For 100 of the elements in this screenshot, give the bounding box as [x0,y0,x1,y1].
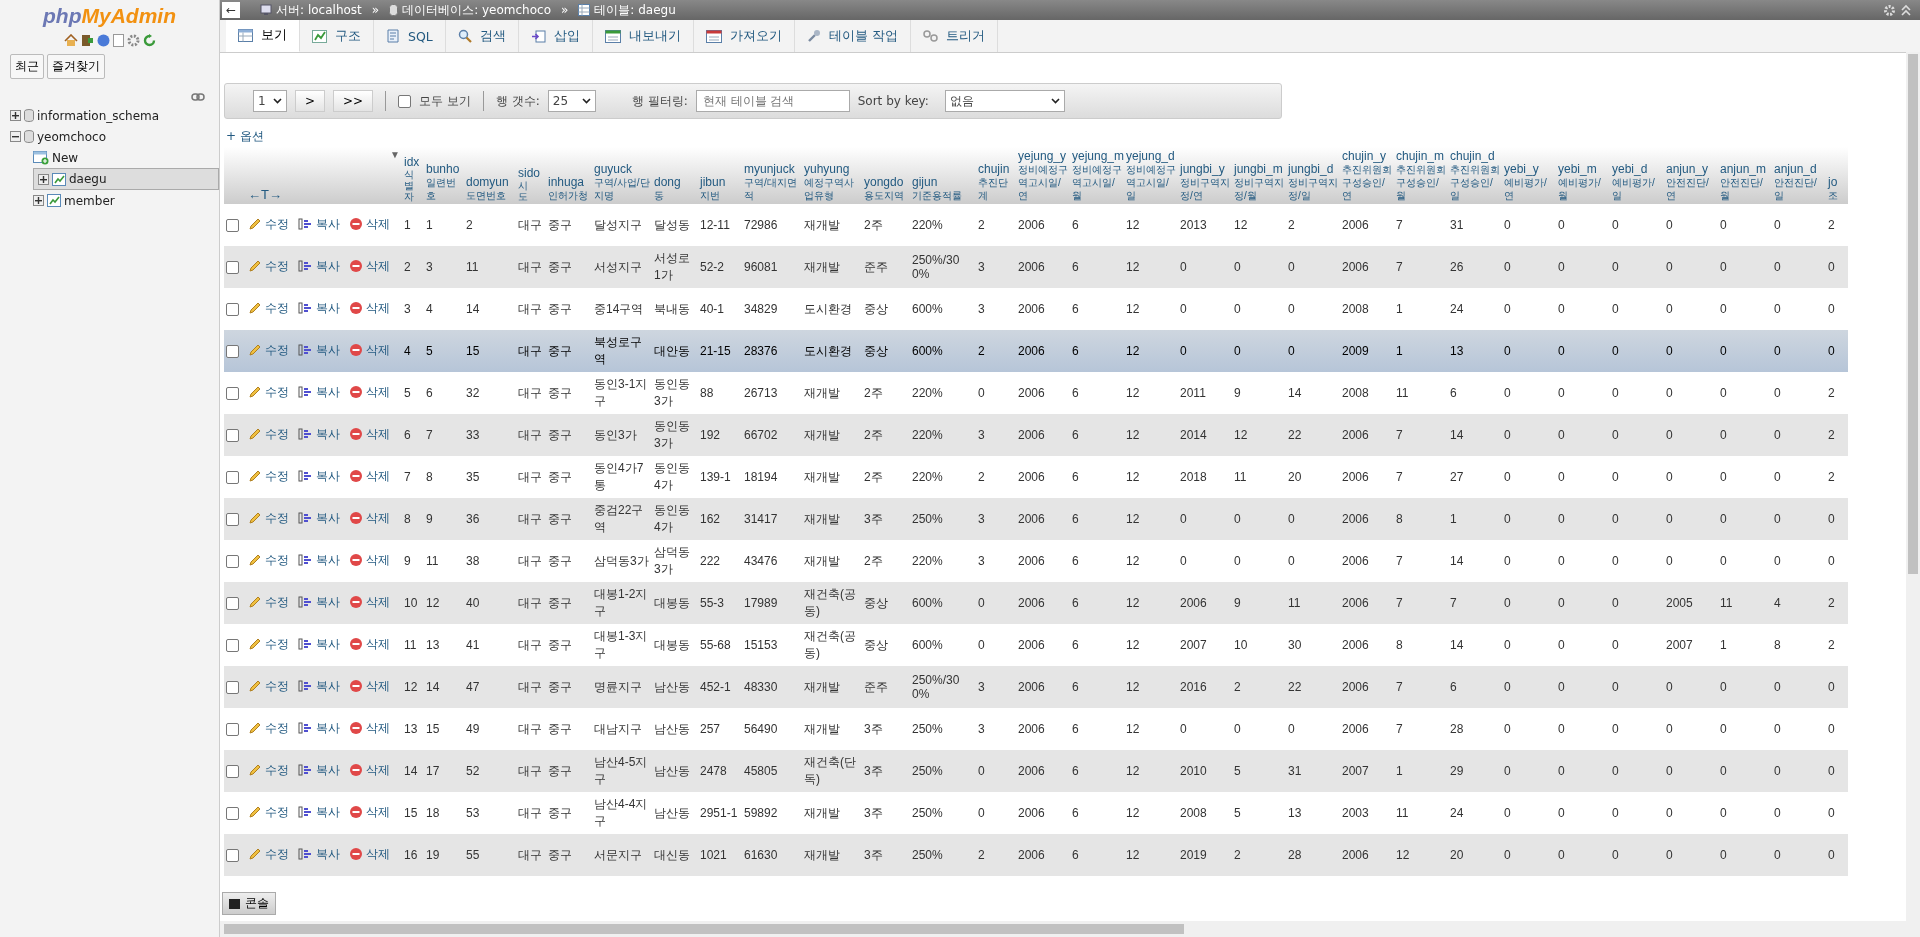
column-header[interactable]: yuhyung [804,162,860,176]
next-button[interactable]: > [295,90,326,112]
action-link[interactable]: 삭제 [349,509,390,527]
column-header[interactable]: yejung_y [1018,149,1068,163]
tab[interactable]: 가져오기 [693,20,795,52]
action-link[interactable]: 삭제 [349,341,390,359]
row-checkbox[interactable] [226,849,239,863]
action-link[interactable]: 삭제 [349,425,390,443]
column-header[interactable]: dong [654,175,696,189]
tab[interactable]: 삽입 [518,20,593,52]
link-icon[interactable] [191,93,205,101]
row-checkbox[interactable] [226,765,239,779]
breadcrumb-link[interactable]: 테이블: daegu [594,1,676,19]
column-header[interactable]: yebi_m [1558,162,1608,176]
action-link[interactable]: 삭제 [349,635,390,653]
column-header[interactable]: bunho [426,162,462,176]
console-button[interactable]: 콘솔 [222,892,276,915]
action-link[interactable]: 삭제 [349,383,390,401]
column-header[interactable]: anjun_m [1720,162,1770,176]
table-row[interactable]: 수정 복사 삭제 16 19 55 대구 중구 서문지구 대신동 1021 61630 재개발 3주 250% 2 2006 6 12 2019 2 28 2006 12 20 0 0 0 0 0 0 0 [224,834,1848,876]
action-link[interactable]: 수정 [248,635,289,653]
options-link[interactable]: + 옵션 [226,128,264,145]
help-icon[interactable] [96,34,110,47]
table-row[interactable]: 수정 복사 삭제 12 14 47 대구 중구 명륜지구 남산동 452-1 48330 재개발 준주 250%/300% 3 2006 6 12 2016 2 22 2006 7 6 0 0 0 0 0 0 0 [224,666,1848,708]
table-row[interactable]: 수정 복사 삭제 13 15 49 대구 중구 대남지구 남산동 257 56490 재개발 3주 250% 3 2006 6 12 0 0 0 2006 7 28 0 0 0 0 0 0 0 [224,708,1848,750]
action-link[interactable]: 복사 [298,383,340,401]
tab[interactable]: 트리거 [910,20,998,52]
column-header[interactable]: jibun [700,175,740,189]
exit-icon[interactable] [80,34,94,47]
column-header[interactable]: gijun [912,175,974,189]
tree-row[interactable]: yeomchoco [10,126,219,147]
action-link[interactable]: 복사 [298,635,340,653]
action-link[interactable]: 삭제 [349,677,390,695]
row-checkbox[interactable] [226,807,239,821]
row-checkbox[interactable] [226,303,239,317]
expand-icon[interactable] [38,173,49,185]
row-checkbox[interactable] [226,387,239,401]
action-link[interactable]: 복사 [298,341,340,359]
tree-row[interactable]: New [33,147,219,168]
action-link[interactable]: 복사 [298,719,340,737]
checkbox[interactable] [398,94,412,108]
reload-icon[interactable] [142,34,156,47]
row-checkbox[interactable] [226,681,239,695]
action-link[interactable]: 삭제 [349,299,390,317]
action-link[interactable]: 수정 [248,677,289,695]
column-header[interactable]: guyuck [594,162,650,176]
row-checkbox[interactable] [226,219,239,233]
column-header[interactable]: yongdo [864,175,908,189]
scrollbar-thumb[interactable] [224,924,1184,934]
row-checkbox[interactable] [226,429,239,443]
breadcrumb-link[interactable]: 데이터베이스: yeomchoco [402,1,551,19]
column-resize-handle[interactable]: ←T→ [248,187,282,202]
sidebar-button[interactable]: 즐겨찾기 [47,54,105,79]
action-link[interactable]: 수정 [248,215,289,233]
action-link[interactable]: 삭제 [349,551,390,569]
column-header[interactable]: jo [1828,175,1846,189]
column-header[interactable]: jungbi_y [1180,162,1230,176]
action-link[interactable]: 수정 [248,551,289,569]
row-checkbox[interactable] [226,345,239,359]
tab[interactable]: 보기 [226,20,300,52]
action-link[interactable]: 복사 [298,677,340,695]
column-header[interactable]: chujin_d [1450,149,1500,163]
action-link[interactable]: 복사 [298,509,340,527]
table-row[interactable]: 수정 복사 삭제 3 4 14 대구 중구 중14구역 북내동 40-1 34829 도시환경 중상 600% 3 2006 6 12 0 0 0 2008 1 24 0 0 0 0 0 0 0 [224,288,1848,330]
logo-text[interactable]: phpMyAdmin [43,4,176,28]
action-link[interactable]: 삭제 [349,215,390,233]
sort-caret-icon[interactable]: ▼ [390,149,400,160]
action-link[interactable]: 삭제 [349,845,390,863]
column-header[interactable]: chujin [978,162,1014,176]
action-link[interactable]: 수정 [248,845,289,863]
action-link[interactable]: 수정 [248,761,289,779]
row-checkbox[interactable] [226,723,239,737]
tree-row[interactable]: daegu [33,168,219,190]
last-button[interactable]: >> [333,90,374,112]
action-link[interactable]: 복사 [298,845,340,863]
expand-icon[interactable] [33,195,44,206]
sort-select[interactable]: 없음 [944,90,1065,112]
column-header[interactable]: yejung_m [1072,149,1122,163]
collapse-icon[interactable] [10,131,21,142]
action-link[interactable]: 복사 [298,425,340,443]
action-link[interactable]: 복사 [298,761,340,779]
action-link[interactable]: 삭제 [349,761,390,779]
tab[interactable]: 테이블 작업 [794,20,911,52]
column-header[interactable]: chujin_y [1342,149,1392,163]
tree-row[interactable]: member [33,190,219,211]
column-header[interactable]: jungbi_m [1234,162,1284,176]
rows-select[interactable]: 25 [547,90,596,112]
column-header[interactable]: yebi_y [1504,162,1554,176]
tree-item-label[interactable]: information_schema [37,108,160,123]
tab[interactable]: 구조 [300,20,374,52]
column-header[interactable]: sido [518,166,544,180]
action-link[interactable]: 삭제 [349,803,390,821]
action-link[interactable]: 복사 [298,257,340,275]
action-link[interactable]: 복사 [298,299,340,317]
tab[interactable]: SQL [374,20,446,52]
page-select[interactable]: 1 [253,90,287,112]
column-header[interactable]: myunjuck [744,162,800,176]
tab[interactable]: 내보내기 [592,20,694,52]
column-header[interactable]: jungbi_d [1288,162,1338,176]
settings-icon[interactable] [126,34,140,47]
